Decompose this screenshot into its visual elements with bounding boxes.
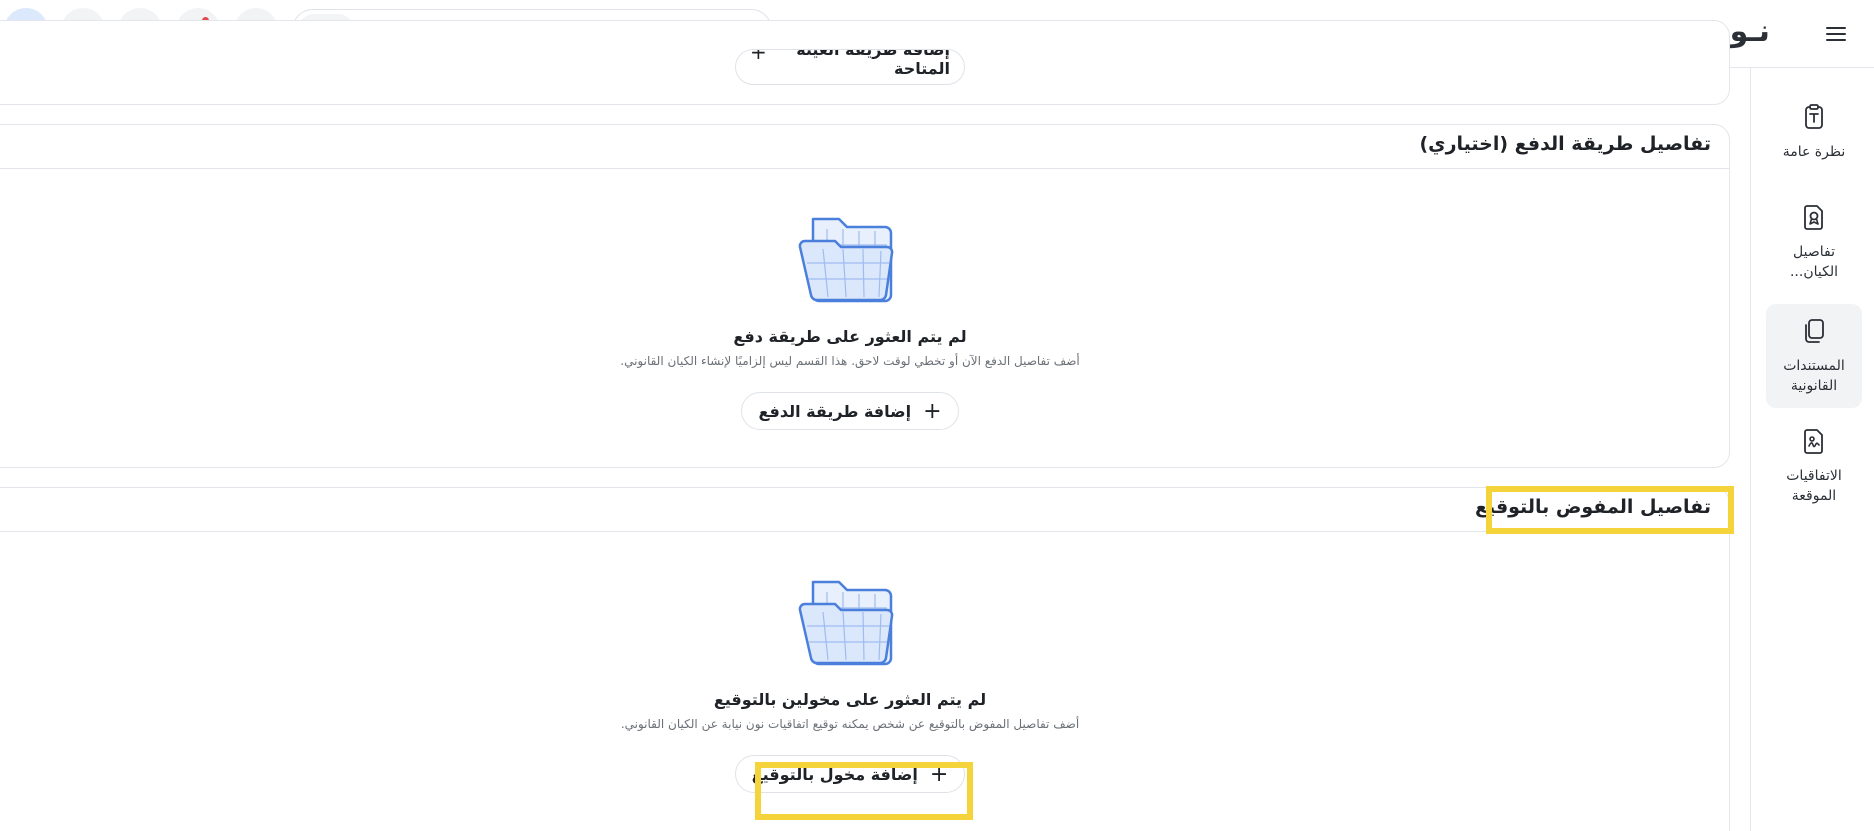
button-label: إضافة طريقة العينة المتاحة xyxy=(796,49,950,78)
authorized-signatory-card: تفاصيل المفوض بالتوقيع لم يتم العثور على… xyxy=(0,487,1730,831)
sidebar-item-signed-agreements[interactable]: الاتفاقيات الموقعة xyxy=(1766,414,1862,518)
hamburger-menu-icon[interactable] xyxy=(1820,18,1852,50)
payment-section-title: تفاصيل طريقة الدفع (اختياري) xyxy=(1419,133,1711,155)
side-navigation: نظرة عامة تفاصيل الكيان... المستندات الق… xyxy=(1750,68,1874,831)
plus-icon: + xyxy=(923,398,942,424)
add-payment-method-button[interactable]: + إضافة طريقة الدفع xyxy=(741,392,959,430)
payment-empty-description: أضف تفاصيل الدفع الآن أو تخطي لوقت لاحق.… xyxy=(620,354,1080,368)
add-sample-method-button[interactable]: إضافة طريقة العينة المتاحة + xyxy=(735,49,965,85)
sidebar-item-label: الاتفاقيات الموقعة xyxy=(1786,468,1842,504)
sidebar-item-label: تفاصيل الكيان... xyxy=(1789,244,1838,280)
overlay-strip xyxy=(1385,68,1685,72)
sidebar-item-label: نظرة عامة xyxy=(1782,144,1846,160)
payment-empty-title: لم يتم العثور على طريقة دفع xyxy=(733,327,967,346)
sidebar-item-label: المستندات القانونية xyxy=(1783,358,1845,394)
signatory-empty-description: أضف تفاصيل المفوض بالتوقيع عن شخص يمكنه … xyxy=(620,717,1080,731)
signatory-empty-state: لم يتم العثور على مخولين بالتوقيع أضف تف… xyxy=(0,568,1729,793)
entity-badge-icon xyxy=(1804,205,1823,230)
sidebar-item-legal-documents[interactable]: المستندات القانونية xyxy=(1766,304,1862,408)
payment-empty-state: لم يتم العثور على طريقة دفع أضف تفاصيل ا… xyxy=(0,205,1729,430)
plus-icon: + xyxy=(750,49,767,64)
plus-icon: + xyxy=(929,761,949,787)
previous-section-card: إضافة طريقة العينة المتاحة + xyxy=(0,20,1730,105)
button-label: إضافة طريقة الدفع xyxy=(758,401,912,421)
sidebar-item-overview[interactable]: نظرة عامة xyxy=(1766,90,1862,182)
signatory-empty-title: لم يتم العثور على مخولين بالتوقيع xyxy=(713,690,987,709)
add-signatory-button[interactable]: + إضافة مخول بالتوقيع xyxy=(734,755,966,793)
sidebar-item-entity-details[interactable]: تفاصيل الكيان... xyxy=(1766,190,1862,300)
signatory-card-header: تفاصيل المفوض بالتوقيع xyxy=(0,488,1729,532)
clipboard-icon xyxy=(1805,104,1823,129)
documents-icon xyxy=(1805,319,1824,343)
payment-method-card: تفاصيل طريقة الدفع (اختياري) لم يتم العث… xyxy=(0,124,1730,468)
button-label: إضافة مخول بالتوقيع xyxy=(751,764,918,784)
signatory-section-title: تفاصيل المفوض بالتوقيع xyxy=(1474,496,1711,518)
empty-folder-icon xyxy=(798,580,894,666)
signed-document-icon xyxy=(1804,429,1823,454)
payment-card-header: تفاصيل طريقة الدفع (اختياري) xyxy=(0,125,1729,169)
empty-folder-icon xyxy=(798,217,894,303)
